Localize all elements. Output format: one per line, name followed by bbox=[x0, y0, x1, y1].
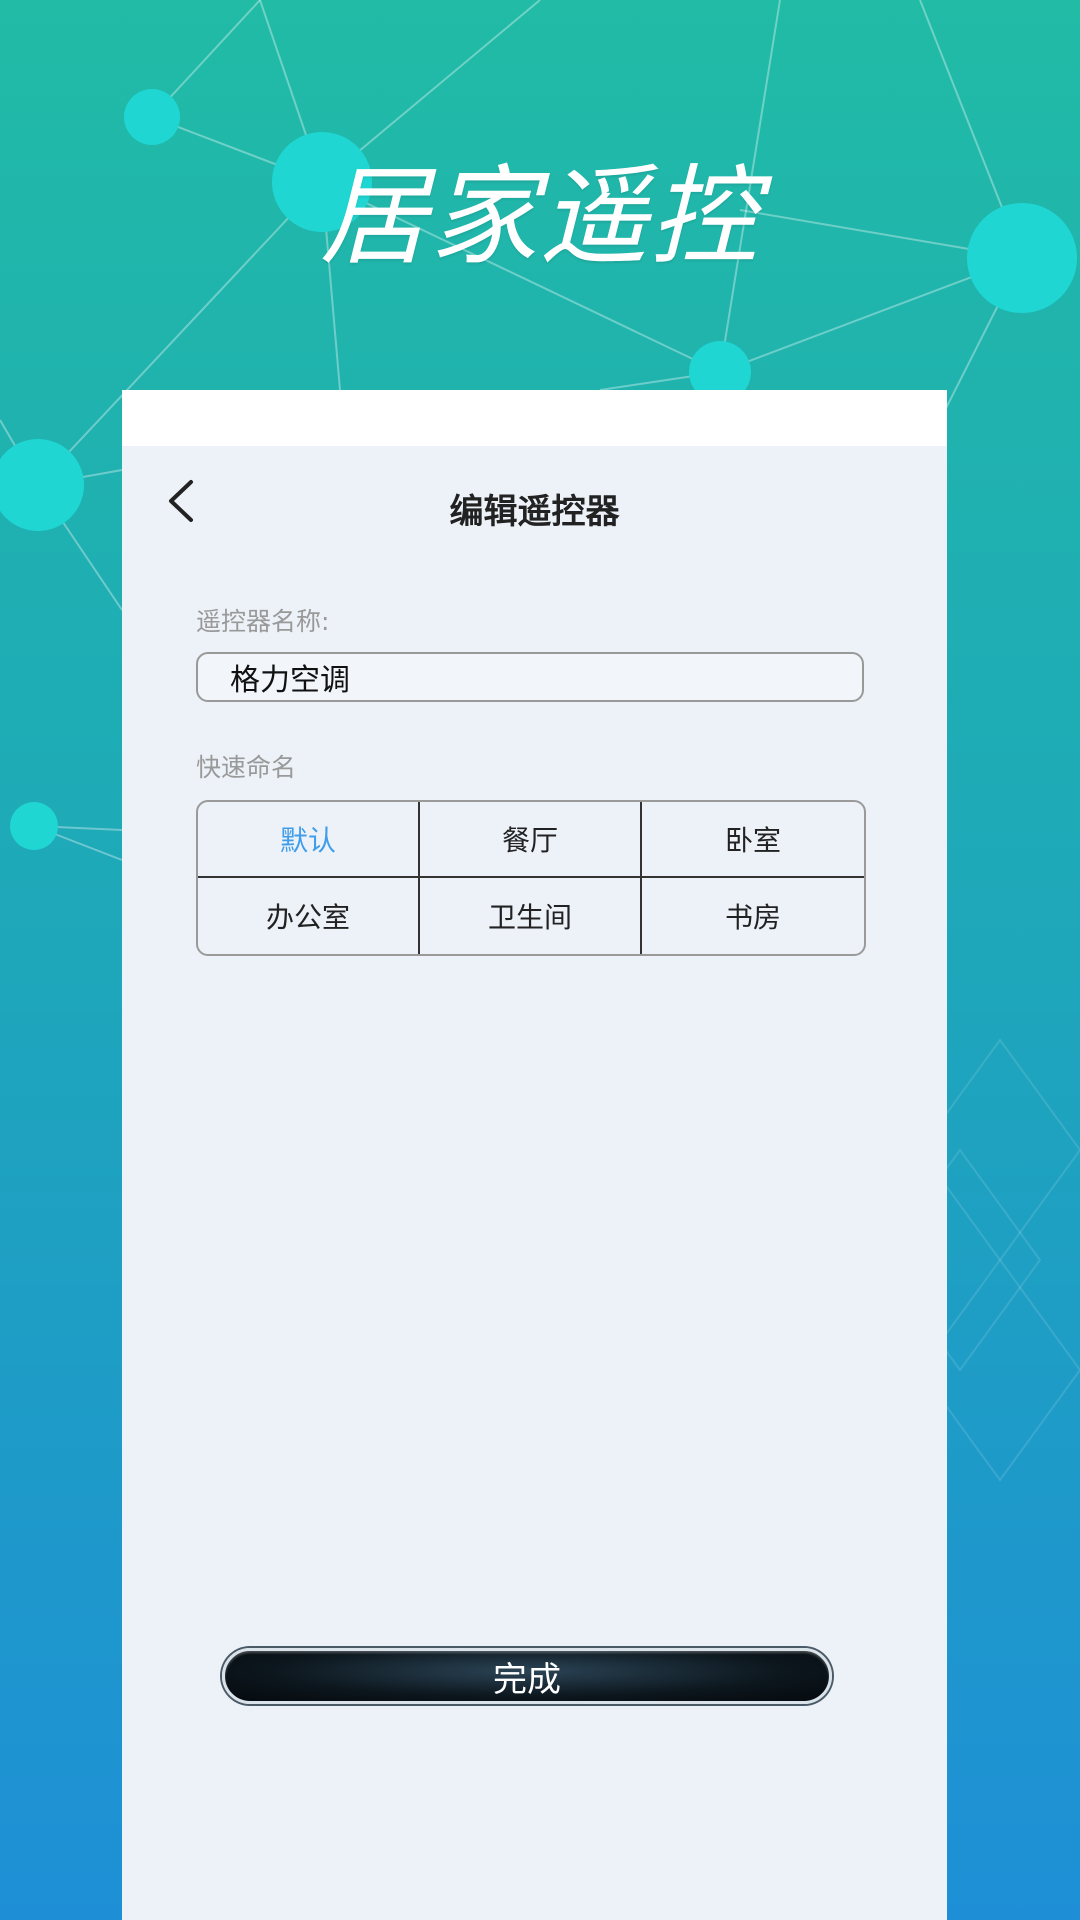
remote-name-field[interactable] bbox=[196, 652, 864, 702]
quick-name-bathroom[interactable]: 卫生间 bbox=[420, 878, 642, 954]
quick-name-dining-room[interactable]: 餐厅 bbox=[420, 802, 642, 878]
quick-name-bedroom[interactable]: 卧室 bbox=[642, 802, 864, 878]
remote-name-label: 遥控器名称: bbox=[196, 607, 330, 636]
quick-name-label: 快速命名 bbox=[196, 753, 297, 782]
quick-name-grid: 默认 餐厅 卧室 办公室 卫生间 书房 bbox=[196, 800, 866, 956]
quick-name-default[interactable]: 默认 bbox=[198, 802, 420, 878]
remote-name-input[interactable] bbox=[228, 658, 862, 696]
app-header: 编辑遥控器 bbox=[122, 446, 947, 554]
page-title: 编辑遥控器 bbox=[449, 492, 620, 532]
phone-screen: 编辑遥控器 遥控器名称: 快速命名 默认 餐厅 卧室 办公室 卫生间 书房 完成 bbox=[122, 390, 947, 1920]
done-button[interactable]: 完成 bbox=[222, 1648, 832, 1704]
promo-title: 居家遥控 bbox=[319, 155, 760, 280]
quick-name-office[interactable]: 办公室 bbox=[198, 878, 420, 954]
status-bar bbox=[122, 390, 947, 446]
quick-name-study[interactable]: 书房 bbox=[642, 878, 864, 954]
